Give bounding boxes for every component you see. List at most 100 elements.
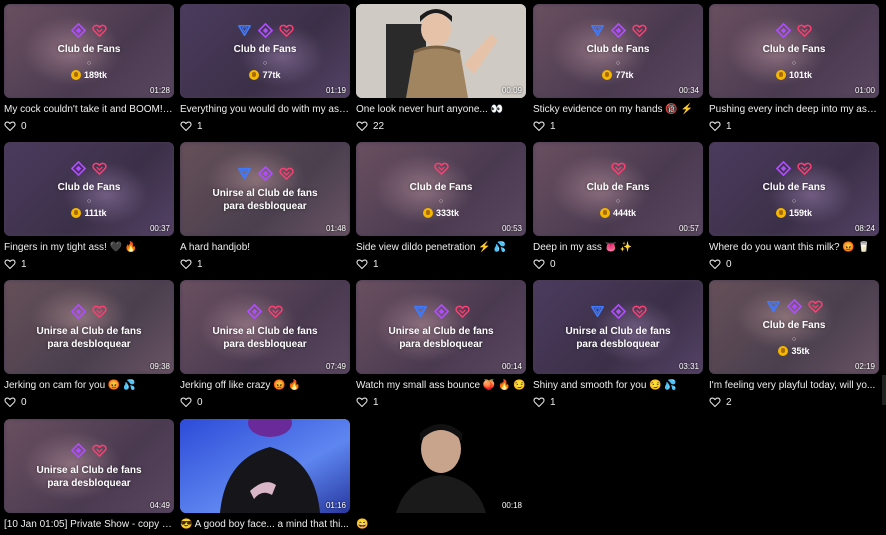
video-title[interactable]: 😄	[356, 518, 526, 531]
video-card[interactable]: Club de Fans ○ 111tk 00:37 Fingers in my tig…	[4, 142, 174, 270]
heart-icon[interactable]	[4, 258, 16, 270]
video-thumbnail[interactable]: Club de Fans ○ 111tk 00:37	[4, 142, 174, 236]
likes-row: 0	[709, 258, 879, 270]
video-thumbnail[interactable]: Unirse al Club de fans para desbloquear 0…	[4, 280, 174, 374]
video-thumbnail[interactable]: Club de Fans ○ 333tk 00:53	[356, 142, 526, 236]
video-title[interactable]: A hard handjob!	[180, 241, 350, 254]
video-thumbnail[interactable]: 01:16	[180, 419, 350, 513]
fan-club-label: Unirse al Club de fans para desbloquear	[36, 326, 142, 350]
heart-icon[interactable]	[533, 396, 545, 408]
video-title[interactable]: Deep in my ass 👅 ✨	[533, 241, 703, 254]
fan-club-lock-overlay[interactable]: Club de Fans ○ 101tk	[709, 4, 879, 98]
fan-club-lock-overlay[interactable]: Club de Fans ○ 189tk	[4, 4, 174, 98]
fan-club-label: Club de Fans	[586, 44, 650, 55]
video-thumbnail[interactable]: Club de Fans ○ 77tk 01:19	[180, 4, 350, 98]
video-card[interactable]: Unirse al Club de fans para desbloquear 0…	[356, 280, 526, 408]
video-thumbnail[interactable]: Unirse al Club de fans para desbloquear 0…	[356, 280, 526, 374]
token-price: 333tk	[422, 208, 459, 218]
token-price-value: 77tk	[262, 70, 281, 80]
video-title[interactable]: Jerking off like crazy 😡 🔥	[180, 379, 350, 392]
video-thumbnail[interactable]: Club de Fans ○ 77tk 00:34	[533, 4, 703, 98]
video-card[interactable]: Unirse al Club de fans para desbloquear 0…	[4, 419, 174, 531]
likes-row: 1	[180, 120, 350, 132]
heart-icon[interactable]	[356, 258, 368, 270]
heart-icon[interactable]	[356, 396, 368, 408]
fan-club-lock-overlay[interactable]: Unirse al Club de fans para desbloquear	[180, 280, 350, 374]
video-card[interactable]: Club de Fans ○ 101tk 01:00 Pushing every inc…	[709, 4, 879, 132]
video-title[interactable]: Everything you would do with my ass...	[180, 103, 350, 116]
heart-icon[interactable]	[709, 396, 721, 408]
video-title[interactable]: Watch my small ass bounce 🍑 🔥 😏	[356, 379, 526, 392]
video-thumbnail[interactable]: Unirse al Club de fans para desbloquear 0…	[180, 280, 350, 374]
video-card[interactable]: 00:18 😄	[356, 419, 526, 531]
fan-club-lock-overlay[interactable]: Club de Fans ○ 159tk	[709, 142, 879, 236]
token-price: 77tk	[602, 70, 634, 80]
heart-icon[interactable]	[709, 120, 721, 132]
video-thumbnail[interactable]: 00:09	[356, 4, 526, 98]
fan-club-lock-overlay[interactable]: Unirse al Club de fans para desbloquear	[4, 419, 174, 513]
likes-count: 1	[373, 396, 379, 408]
video-title[interactable]: Pushing every inch deep into my ass...	[709, 103, 879, 116]
video-title[interactable]: Shiny and smooth for you 😏 💦	[533, 379, 703, 392]
fan-club-lock-overlay[interactable]: Club de Fans ○ 444tk	[533, 142, 703, 236]
video-title[interactable]: [10 Jan 01:05] Private Show - copy 1...	[4, 518, 174, 531]
fan-club-lock-overlay[interactable]: Club de Fans ○ 35tk	[709, 280, 879, 374]
fan-club-lock-overlay[interactable]: Unirse al Club de fans para desbloquear	[533, 280, 703, 374]
heart-icon[interactable]	[533, 258, 545, 270]
video-thumbnail[interactable]: Club de Fans ○ 159tk 08:24	[709, 142, 879, 236]
video-card[interactable]: 01:16 😎 A good boy face... a mind that th…	[180, 419, 350, 531]
fan-club-lock-overlay[interactable]: Club de Fans ○ 77tk	[533, 4, 703, 98]
video-thumbnail[interactable]: Club de Fans ○ 189tk 01:28	[4, 4, 174, 98]
video-card[interactable]: Club de Fans ○ 77tk 00:34 Sticky evidence on…	[533, 4, 703, 132]
video-title[interactable]: Where do you want this milk? 😡 🥛	[709, 241, 879, 254]
scrollbar[interactable]	[882, 375, 886, 405]
video-card[interactable]: Unirse al Club de fans para desbloquear 0…	[4, 280, 174, 408]
fan-club-lock-overlay[interactable]: Unirse al Club de fans para desbloquear	[356, 280, 526, 374]
video-title[interactable]: Jerking on cam for you 😡 💦	[4, 379, 174, 392]
video-thumbnail[interactable]: Unirse al Club de fans para desbloquear 0…	[533, 280, 703, 374]
fan-club-lock-overlay[interactable]: Unirse al Club de fans para desbloquear	[4, 280, 174, 374]
fan-club-lock-overlay[interactable]: Club de Fans ○ 333tk	[356, 142, 526, 236]
fan-club-lock-overlay[interactable]: Unirse al Club de fans para desbloquear	[180, 142, 350, 236]
video-card[interactable]: Unirse al Club de fans para desbloquear 0…	[180, 142, 350, 270]
heart-icon[interactable]	[180, 396, 192, 408]
heart-icon[interactable]	[4, 396, 16, 408]
video-thumbnail[interactable]: Unirse al Club de fans para desbloquear 0…	[4, 419, 174, 513]
video-thumbnail[interactable]: Club de Fans ○ 35tk 02:19	[709, 280, 879, 374]
video-card[interactable]: Club de Fans ○ 189tk 01:28 My cock couldn't …	[4, 4, 174, 132]
diamond-icon	[257, 22, 273, 38]
video-card[interactable]: Club de Fans ○ 333tk 00:53 Side view dildo p…	[356, 142, 526, 270]
video-thumbnail[interactable]: Club de Fans ○ 101tk 01:00	[709, 4, 879, 98]
video-card[interactable]: 00:09 One look never hurt anyone... 👀 22	[356, 4, 526, 132]
heart-icon[interactable]	[180, 258, 192, 270]
video-card[interactable]: Club de Fans ○ 35tk 02:19 I'm feeling very p…	[709, 280, 879, 408]
heart-icon[interactable]	[180, 120, 192, 132]
video-card[interactable]: Club de Fans ○ 77tk 01:19 Everything you wou…	[180, 4, 350, 132]
fan-club-lock-overlay[interactable]: Club de Fans ○ 111tk	[4, 142, 174, 236]
video-thumbnail[interactable]: Unirse al Club de fans para desbloquear 0…	[180, 142, 350, 236]
video-thumbnail[interactable]: 00:18	[356, 419, 526, 513]
separator-dot: ○	[615, 198, 621, 205]
tier-icons	[590, 22, 647, 38]
heart-icon[interactable]	[709, 258, 721, 270]
video-title[interactable]: 😎 A good boy face... a mind that thi...	[180, 518, 350, 531]
separator-dot: ○	[615, 60, 621, 67]
fan-club-lock-overlay[interactable]: Club de Fans ○ 77tk	[180, 4, 350, 98]
video-title[interactable]: Fingers in my tight ass! 🖤 🔥	[4, 241, 174, 254]
video-card[interactable]: Club de Fans ○ 444tk 00:57 Deep in my ass 👅 …	[533, 142, 703, 270]
video-title[interactable]: Side view dildo penetration ⚡ 💦	[356, 241, 526, 254]
tier-icons	[71, 160, 107, 176]
video-thumbnail[interactable]: Club de Fans ○ 444tk 00:57	[533, 142, 703, 236]
video-card[interactable]: Unirse al Club de fans para desbloquear 0…	[533, 280, 703, 408]
video-card[interactable]: Club de Fans ○ 159tk 08:24 Where do you want…	[709, 142, 879, 270]
video-duration: 00:18	[501, 501, 522, 510]
video-title[interactable]: Sticky evidence on my hands 🔞 ⚡	[533, 103, 703, 116]
video-card[interactable]: Unirse al Club de fans para desbloquear 0…	[180, 280, 350, 408]
video-title[interactable]: One look never hurt anyone... 👀	[356, 103, 526, 116]
heart-icon[interactable]	[4, 120, 16, 132]
video-title[interactable]: I'm feeling very playful today, will yo.…	[709, 379, 879, 392]
heart-icon[interactable]	[356, 120, 368, 132]
heart-icon[interactable]	[533, 120, 545, 132]
video-title[interactable]: My cock couldn't take it and BOOM! 💥	[4, 103, 174, 116]
tier-icons	[413, 303, 470, 319]
